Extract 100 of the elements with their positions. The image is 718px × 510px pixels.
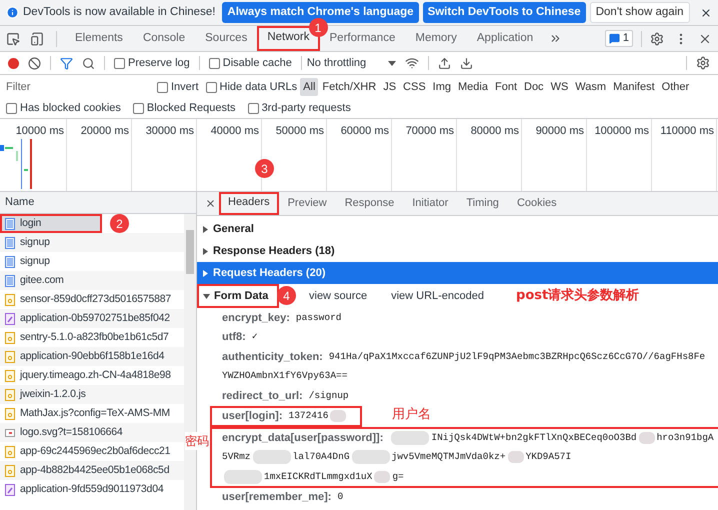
type-filter-button[interactable]: All bbox=[300, 78, 318, 96]
detail-tab[interactable]: Initiator bbox=[403, 192, 458, 215]
expanded-triangle-icon[interactable] bbox=[203, 292, 210, 300]
network-conditions-icon[interactable] bbox=[405, 56, 420, 70]
request-name: application-90ebb6f158b1e16d4 bbox=[20, 348, 164, 364]
inspect-icon[interactable] bbox=[6, 32, 20, 46]
checkbox[interactable] bbox=[114, 58, 125, 68]
checkbox-label: Invert bbox=[171, 80, 199, 95]
download-icon[interactable] bbox=[460, 56, 474, 70]
type-filter-button[interactable]: Doc bbox=[521, 78, 547, 96]
blurred-redaction bbox=[224, 470, 262, 484]
view-toggle-link[interactable]: view source bbox=[309, 288, 368, 304]
type-filter-button[interactable]: WS bbox=[548, 78, 572, 96]
field-name: redirect_to_url: bbox=[222, 388, 303, 404]
script-icon bbox=[5, 350, 15, 362]
detail-tab[interactable]: Response bbox=[336, 192, 404, 215]
column-header[interactable]: Name bbox=[0, 192, 196, 214]
panel-tab[interactable]: Sources bbox=[195, 26, 258, 51]
checkbox[interactable] bbox=[208, 58, 220, 68]
document-icon bbox=[5, 274, 15, 286]
type-filter-button[interactable]: Wasm bbox=[572, 78, 610, 96]
type-filter-button[interactable]: Other bbox=[658, 78, 692, 96]
time-tick-label: 100000 ms bbox=[594, 124, 649, 139]
request-row[interactable]: app-4b882b4425ee05b1e068c5d bbox=[0, 461, 184, 480]
panel-tab[interactable]: Application bbox=[466, 26, 544, 51]
type-filter-button[interactable]: Img bbox=[430, 78, 454, 96]
time-tick-label: 30000 ms bbox=[146, 124, 194, 139]
infobar-button[interactable]: Don't show again bbox=[590, 2, 690, 23]
field-value: ✓ bbox=[252, 330, 258, 344]
view-toggle-link[interactable]: view URL-encoded bbox=[391, 288, 484, 304]
type-filter-button[interactable]: JS bbox=[380, 78, 400, 96]
collapsed-triangle-icon[interactable] bbox=[202, 270, 209, 276]
dropdown-arrow-icon bbox=[388, 60, 396, 66]
time-tick-label: 20000 ms bbox=[80, 124, 129, 139]
request-row[interactable]: jweixin-1.2.0.js bbox=[0, 385, 184, 404]
type-filter-button[interactable]: Fetch/XHR bbox=[319, 78, 380, 96]
filter-icon[interactable] bbox=[60, 56, 73, 70]
checkbox[interactable] bbox=[132, 103, 144, 114]
collapsed-triangle-icon[interactable] bbox=[202, 226, 209, 232]
request-name: jquery.timeago.zh-CN-4a4818e98 bbox=[20, 368, 171, 383]
request-row[interactable]: application-0b59702751be85f042 bbox=[0, 309, 184, 328]
upload-icon[interactable] bbox=[438, 56, 452, 70]
type-filter-button[interactable]: Manifest bbox=[610, 78, 658, 96]
field-value: 5VRmz bbox=[222, 450, 251, 464]
time-tick-label: 70000 ms bbox=[406, 124, 454, 139]
script-icon bbox=[5, 446, 15, 458]
infobar-button[interactable]: Switch DevTools to Chinese bbox=[422, 2, 586, 23]
type-filter-button[interactable]: Font bbox=[492, 78, 520, 96]
checkbox-label: Preserve log bbox=[128, 56, 190, 71]
annotation-note: 密码 bbox=[185, 432, 209, 450]
request-row[interactable]: login bbox=[0, 214, 102, 233]
checkbox[interactable] bbox=[248, 103, 259, 114]
checkbox[interactable] bbox=[157, 82, 168, 92]
close-icon[interactable] bbox=[205, 198, 216, 209]
checkbox[interactable] bbox=[6, 103, 17, 114]
detail-tab[interactable]: Cookies bbox=[508, 192, 566, 215]
panel-tab[interactable]: Memory bbox=[405, 26, 467, 51]
collapsed-triangle-icon[interactable] bbox=[202, 248, 209, 254]
settings-icon[interactable] bbox=[696, 56, 710, 70]
request-name: gitee.com bbox=[20, 272, 64, 288]
request-row[interactable]: gitee.com bbox=[0, 271, 184, 290]
header-section[interactable]: Request Headers (20) bbox=[197, 262, 718, 284]
field-name: user[remember_me]: bbox=[222, 490, 332, 505]
clear-icon[interactable] bbox=[28, 56, 41, 70]
panel-tab[interactable]: Console bbox=[132, 26, 196, 51]
script-icon bbox=[5, 464, 15, 476]
field-name: utf8: bbox=[222, 330, 246, 345]
scrollbar[interactable] bbox=[184, 214, 196, 510]
request-row[interactable]: logo.svg?t=158106664 bbox=[0, 423, 184, 442]
header-section[interactable]: Response Headers (18) bbox=[197, 240, 718, 262]
detail-tab[interactable]: Preview bbox=[278, 192, 336, 215]
checkbox[interactable] bbox=[206, 82, 217, 92]
type-filter-button[interactable]: CSS bbox=[400, 78, 429, 96]
device-toolbar-icon[interactable] bbox=[30, 32, 44, 46]
record-button[interactable] bbox=[8, 58, 19, 68]
request-name: app-69c2445969ec2b0af6decc21 bbox=[20, 444, 170, 459]
field-value: YKD9A57I bbox=[526, 450, 572, 464]
search-icon[interactable] bbox=[82, 56, 95, 70]
type-filter-button[interactable]: Media bbox=[455, 78, 491, 96]
request-name: sentry-5.1.0-a823fb0be1b61c5d7 bbox=[20, 330, 169, 345]
field-value: 1mxEICKRdTLmmgxd1uX bbox=[264, 470, 372, 484]
header-section[interactable]: General bbox=[197, 218, 718, 240]
request-row[interactable]: signup bbox=[0, 233, 184, 252]
detail-tab[interactable]: Headers bbox=[219, 192, 279, 215]
document-icon bbox=[5, 256, 15, 268]
request-name: logo.svg?t=158106664 bbox=[20, 424, 123, 440]
blurred-redaction bbox=[374, 470, 390, 483]
request-row[interactable]: application-90ebb6f158b1e16d4 bbox=[0, 347, 184, 366]
blurred-redaction bbox=[330, 410, 346, 422]
issues-badge[interactable]: 1 bbox=[604, 30, 633, 47]
throttling-dropdown[interactable]: No throttling bbox=[306, 54, 396, 72]
request-name: application-0b59702751be85f042 bbox=[20, 310, 170, 326]
time-tick-label: 40000 ms bbox=[210, 124, 259, 139]
detail-tab[interactable]: Timing bbox=[457, 192, 508, 215]
panel-tab[interactable]: Elements bbox=[65, 26, 133, 51]
script-icon bbox=[5, 332, 15, 344]
section-toggle[interactable]: Form Data bbox=[197, 284, 279, 308]
settings-icon[interactable] bbox=[650, 32, 664, 46]
close-icon[interactable] bbox=[700, 6, 712, 18]
infobar-button[interactable]: Always match Chrome's language bbox=[222, 2, 419, 23]
